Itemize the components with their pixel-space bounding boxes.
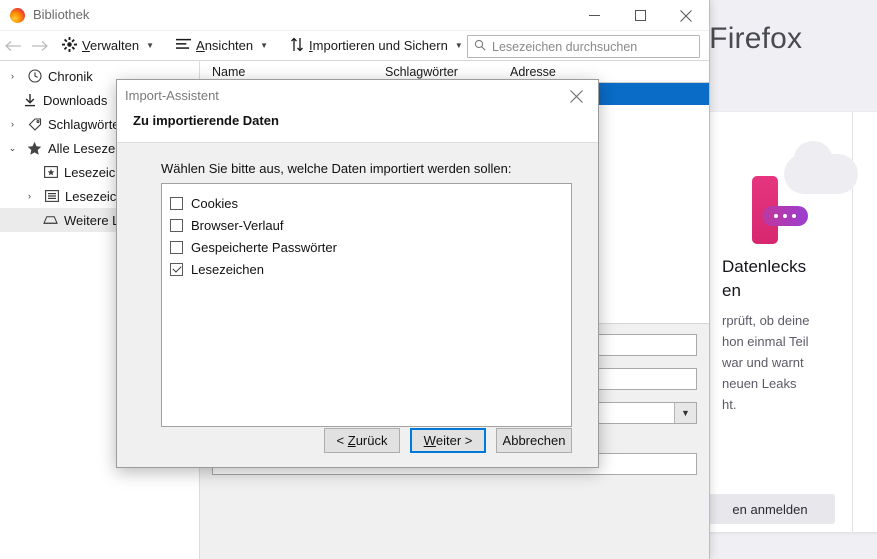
checkbox-lesezeichen[interactable] <box>170 262 183 276</box>
chevron-right-icon[interactable]: › <box>4 119 21 129</box>
chevron-down-icon: ▼ <box>454 41 463 50</box>
back-button[interactable]: < Zurück <box>324 428 400 453</box>
tag-icon <box>26 117 43 131</box>
chevron-down-icon: ▼ <box>146 41 155 50</box>
sidebar-item-label: Chronik <box>48 68 93 84</box>
chevron-down-icon[interactable]: ▼ <box>674 403 696 423</box>
cloud-shape-icon <box>784 141 858 194</box>
forward-arrow-icon[interactable] <box>26 31 52 61</box>
toolbar-item-ansichten[interactable]: Ansichten ▼ <box>170 34 274 58</box>
bookmarks-toolbar-icon <box>42 165 59 179</box>
toolbar-item-label: Verwalten <box>82 38 140 53</box>
dialog-title: Import-Assistent <box>125 88 219 103</box>
firefox-logo-icon <box>10 8 25 23</box>
option-label: Browser-Verlauf <box>191 217 284 233</box>
column-header-name[interactable]: Name <box>200 65 385 79</box>
gear-icon <box>62 36 77 55</box>
maximize-button[interactable] <box>617 0 663 31</box>
option-row-browser-verlauf[interactable]: Browser-Verlauf <box>170 214 571 236</box>
dialog-body: Wählen Sie bitte aus, welche Daten impor… <box>117 143 598 427</box>
download-icon <box>21 93 38 107</box>
search-placeholder: Lesezeichen durchsuchen <box>492 39 638 54</box>
clock-icon <box>26 69 43 83</box>
dialog-button-row: < Zurück Weiter > Abbrechen <box>117 428 598 453</box>
dialog-titlebar: Import-Assistent <box>117 80 598 113</box>
import-wizard-dialog: Import-Assistent Zu importierende Daten … <box>116 79 599 468</box>
next-button[interactable]: Weiter > <box>410 428 486 453</box>
bookmarks-menu-icon <box>43 189 60 203</box>
chevron-right-icon[interactable]: › <box>21 191 38 201</box>
toolbar-item-label: Ansichten <box>196 38 254 53</box>
minimize-button[interactable] <box>571 0 617 31</box>
checkbox-cookies[interactable] <box>170 196 183 210</box>
tray-icon <box>42 213 59 227</box>
close-button[interactable] <box>663 0 709 31</box>
password-dots-pill-icon <box>762 206 808 226</box>
column-header-tags[interactable]: Schlagwörter <box>385 65 510 79</box>
views-list-icon <box>176 38 192 54</box>
library-toolbar: Verwalten ▼ Ansichten ▼ Importieren und … <box>0 31 709 61</box>
dialog-heading: Zu importierende Daten <box>117 113 598 143</box>
checkbox-browser-verlauf[interactable] <box>170 218 183 232</box>
toolbar-item-label: Importieren und Sichern <box>309 38 448 53</box>
dialog-prompt: Wählen Sie bitte aus, welche Daten impor… <box>161 161 512 176</box>
star-icon <box>26 141 43 156</box>
option-label: Cookies <box>191 195 238 211</box>
search-input[interactable]: Lesezeichen durchsuchen <box>467 35 700 58</box>
import-export-arrows-icon <box>290 37 304 55</box>
toolbar-item-verwalten[interactable]: Verwalten ▼ <box>56 34 160 58</box>
column-header-address[interactable]: Adresse <box>510 65 709 79</box>
dialog-close-button[interactable] <box>554 80 598 113</box>
sidebar-item-label: Schlagwörter <box>48 116 124 132</box>
chevron-right-icon[interactable]: › <box>4 71 21 81</box>
checkbox-gespeicherte-passwoerter[interactable] <box>170 240 183 254</box>
back-arrow-icon[interactable] <box>0 31 26 61</box>
toolbar-item-importieren-und-sichern[interactable]: Importieren und Sichern ▼ <box>284 34 469 58</box>
option-label: Gespeicherte Passwörter <box>191 239 337 255</box>
chevron-down-icon[interactable]: ⌄ <box>4 143 21 154</box>
option-label: Lesezeichen <box>191 261 264 277</box>
sidebar-item-label: Downloads <box>43 92 108 108</box>
background-body-text: rprüft, ob deine hon einmal Teil war und… <box>722 313 810 412</box>
background-signin-button[interactable]: en anmelden <box>705 494 835 524</box>
chevron-down-icon: ▼ <box>260 41 269 50</box>
option-row-cookies[interactable]: Cookies <box>170 192 571 214</box>
option-row-gespeicherte-passwoerter[interactable]: Gespeicherte Passwörter <box>170 236 571 258</box>
search-icon <box>474 38 486 56</box>
library-window-title: Bibliothek <box>33 7 90 22</box>
library-titlebar: Bibliothek <box>0 0 709 31</box>
cancel-button[interactable]: Abbrechen <box>496 428 572 453</box>
background-heading: Datenlecks en <box>722 257 807 300</box>
import-options-listbox: Cookies Browser-Verlauf Gespeicherte Pas… <box>161 183 572 427</box>
option-row-lesezeichen[interactable]: Lesezeichen <box>170 258 571 280</box>
data-breach-illustration <box>742 141 872 245</box>
